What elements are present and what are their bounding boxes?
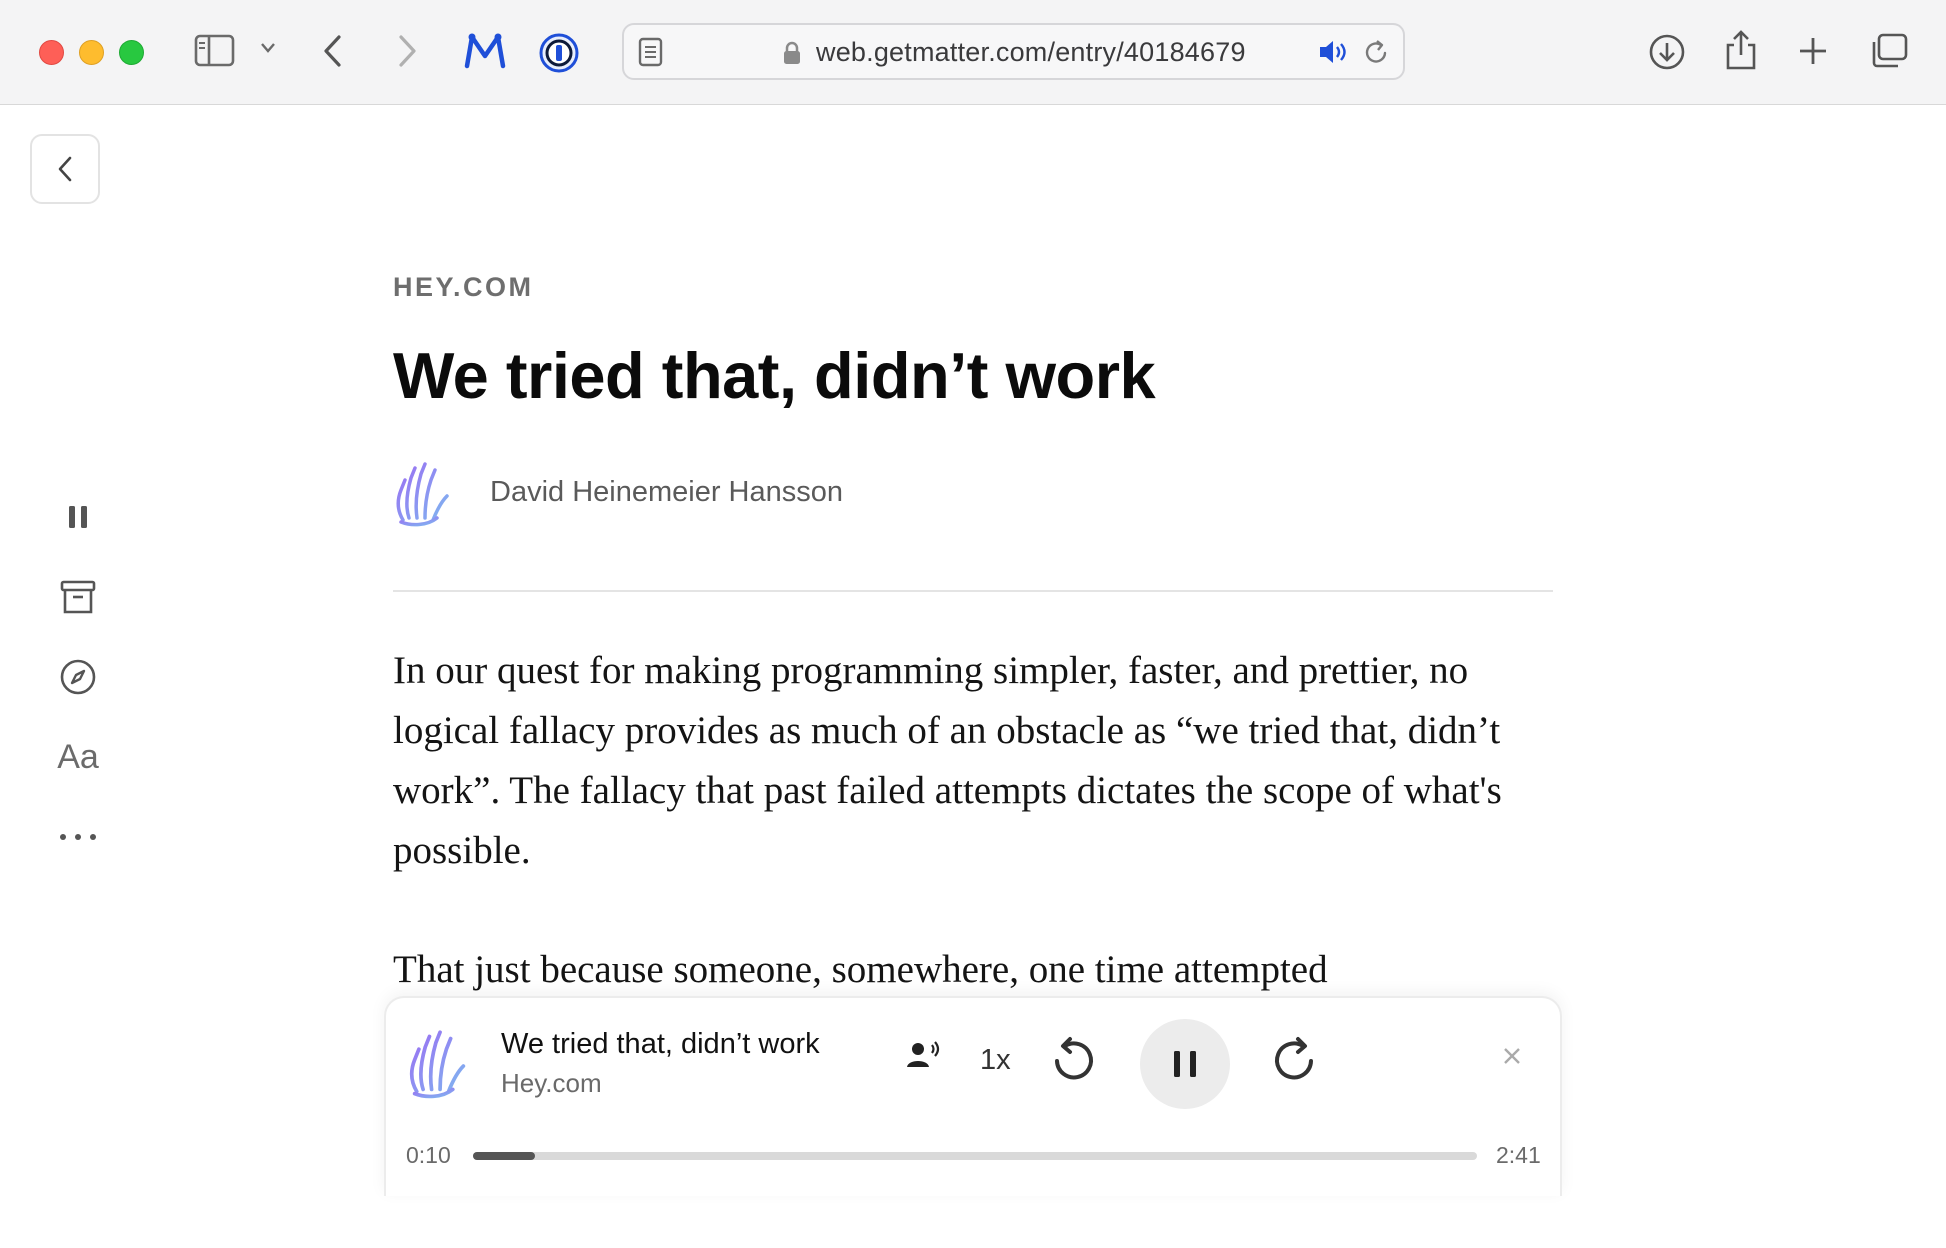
forward-arrow-icon[interactable] — [396, 34, 418, 68]
close-icon — [1504, 1048, 1520, 1064]
chevron-down-icon[interactable] — [260, 42, 276, 54]
article-paragraph: In our quest for making programming simp… — [393, 649, 1502, 872]
rewind-button[interactable] — [1048, 1035, 1098, 1092]
article-paragraph: That just because someone, somewhere, on… — [393, 948, 1328, 991]
lock-icon — [782, 41, 802, 70]
player-avatar — [406, 1028, 472, 1105]
new-tab-plus-icon[interactable] — [1797, 35, 1829, 67]
more-options-button[interactable] — [50, 809, 106, 865]
compass-icon — [60, 659, 96, 695]
playback-speed-button[interactable]: 1x — [980, 1044, 1011, 1077]
archive-button[interactable] — [50, 569, 106, 625]
sidebar-toggle-icon[interactable] — [194, 33, 236, 69]
share-icon[interactable] — [1724, 29, 1758, 71]
elapsed-time: 0:10 — [406, 1142, 451, 1168]
password-manager-icon[interactable] — [538, 32, 580, 74]
article-source[interactable]: HEY.COM — [393, 272, 534, 303]
address-bar[interactable]: web.getmatter.com/entry/40184679 — [622, 23, 1405, 80]
player-source: Hey.com — [501, 1068, 602, 1098]
close-window-button[interactable] — [39, 40, 64, 65]
player-title: We tried that, didn’t work — [501, 1028, 820, 1060]
play-pause-button[interactable] — [1140, 1019, 1230, 1109]
waving-hand-icon — [396, 462, 449, 527]
pause-icon — [1174, 1051, 1196, 1077]
ellipsis-icon — [60, 834, 96, 840]
browser-toolbar: web.getmatter.com/entry/40184679 — [0, 0, 1946, 105]
progress-bar[interactable] — [473, 1152, 1477, 1160]
article-title: We tried that, didn’t work — [393, 339, 1156, 412]
rewind-icon — [1055, 1037, 1093, 1080]
pause-icon — [69, 506, 87, 528]
back-button[interactable] — [30, 134, 100, 204]
reader-view-icon[interactable] — [638, 37, 664, 72]
back-arrow-icon[interactable] — [322, 34, 344, 68]
total-duration: 2:41 — [1496, 1142, 1541, 1168]
typography-label: Aa — [57, 737, 99, 776]
author-avatar — [393, 460, 455, 533]
zoom-window-button[interactable] — [119, 40, 144, 65]
audio-playing-icon[interactable] — [1318, 39, 1350, 70]
waving-hand-icon — [409, 1030, 466, 1099]
forward-icon — [1275, 1037, 1313, 1080]
downloads-icon[interactable] — [1648, 33, 1686, 71]
url-text: web.getmatter.com/entry/40184679 — [816, 37, 1246, 67]
forward-button[interactable] — [1270, 1035, 1320, 1092]
minimize-window-button[interactable] — [79, 40, 104, 65]
voice-icon — [907, 1041, 940, 1067]
progress-fill — [473, 1152, 536, 1160]
chevron-left-icon — [58, 156, 72, 182]
reload-icon[interactable] — [1364, 39, 1390, 72]
pause-audio-button[interactable] — [50, 489, 106, 545]
audio-player: We tried that, didn’t work Hey.com 1x 0:… — [384, 996, 1562, 1196]
explore-button[interactable] — [50, 649, 106, 705]
close-player-button[interactable] — [1502, 1046, 1522, 1071]
matter-extension-icon[interactable] — [462, 32, 508, 70]
tab-overview-icon[interactable] — [1870, 33, 1908, 69]
typography-settings-button[interactable]: Aa — [50, 729, 106, 785]
article-divider — [393, 590, 1553, 592]
archive-icon — [60, 580, 96, 614]
voice-select-button[interactable] — [906, 1040, 940, 1075]
author-name[interactable]: David Heinemeier Hansson — [490, 476, 843, 509]
